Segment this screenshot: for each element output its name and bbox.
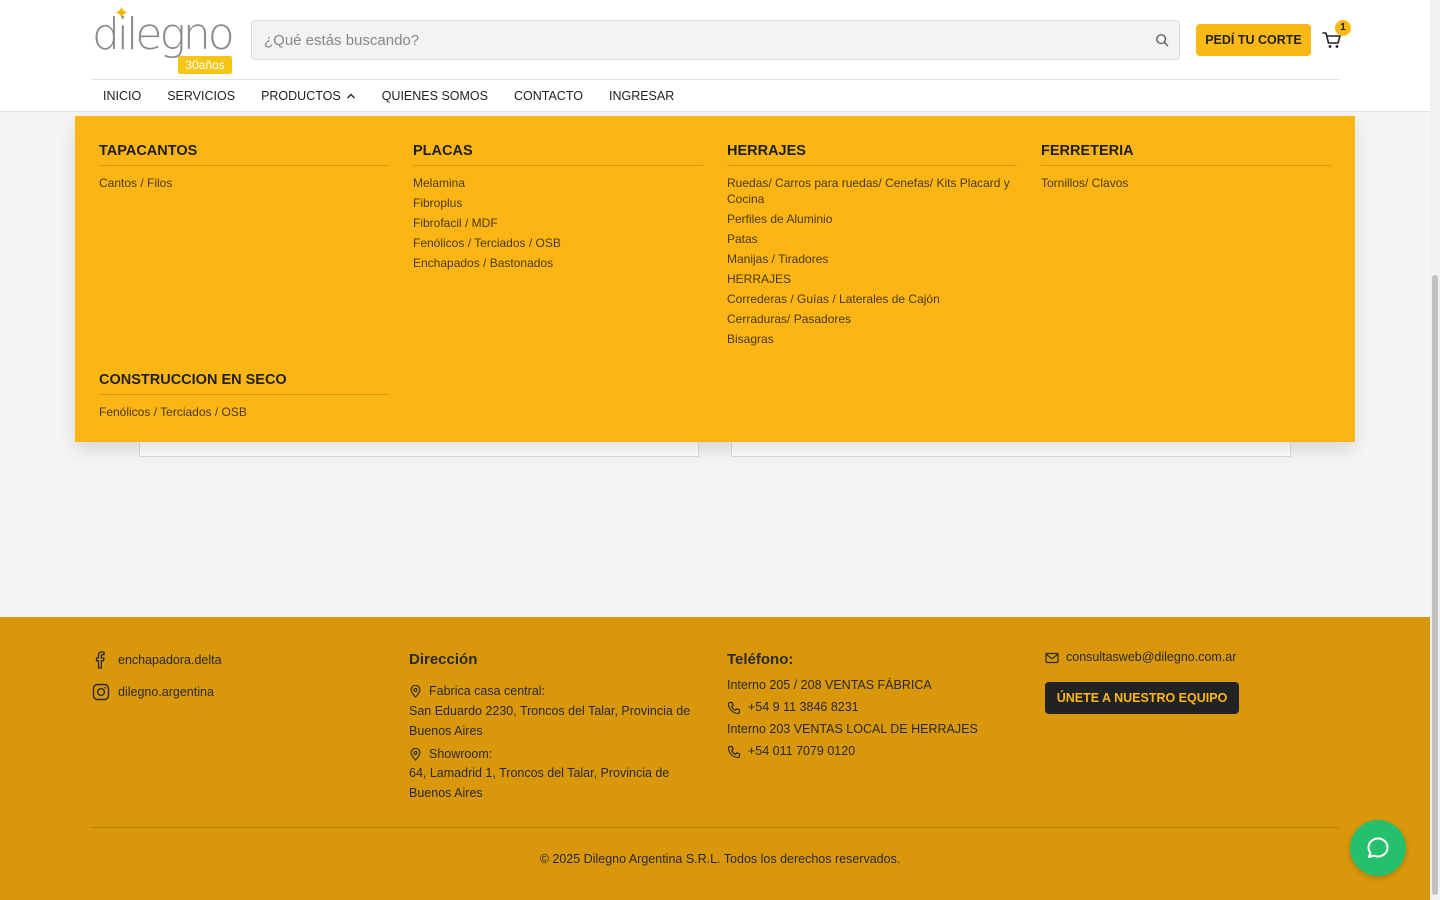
products-mega-menu: TAPACANTOS Cantos / Filos PLACAS Melamin… [75,116,1355,442]
mail-icon [1045,652,1059,663]
menu-link[interactable]: Fenólicos / Terciados / OSB [99,404,389,420]
email-link[interactable]: consultasweb@dilegno.com.ar [1045,648,1236,668]
cart-count-badge: 1 [1335,20,1351,36]
factory-phone-link[interactable]: +54 9 11 3846 8231 [727,698,859,718]
facebook-link[interactable]: enchapadora.delta [92,650,222,670]
menu-category-title[interactable]: CONSTRUCCION EN SECO [99,371,389,395]
address-heading: Dirección [409,651,478,668]
logo-anniversary-badge: 30años [178,56,232,74]
instagram-handle: dilegno.argentina [118,685,214,699]
order-cut-button[interactable]: PEDÍ TU CORTE [1196,24,1311,56]
nav-item-contacto[interactable]: CONTACTO [514,86,583,106]
central-address: San Eduardo 2230, Troncos del Talar, Pro… [409,704,691,738]
menu-link[interactable]: Bisagras [727,331,1017,347]
nav-item-productos[interactable]: PRODUCTOS [261,86,356,106]
factory-phone-label: Interno 205 / 208 VENTAS FÁBRICA [727,678,932,692]
instagram-icon [92,683,110,701]
central-label-text: Fabrica casa central: [429,684,546,698]
menu-column-tapacantos: TAPACANTOS Cantos / Filos [99,142,389,195]
phone-icon [727,745,741,758]
join-team-button[interactable]: ÚNETE A NUESTRO EQUIPO [1045,682,1239,714]
menu-link[interactable]: Fibrofacil / MDF [413,215,703,231]
menu-category-title[interactable]: HERRAJES [727,142,1017,166]
local-phone-label: Interno 203 VENTAS LOCAL DE HERRAJES [727,722,978,736]
menu-link[interactable]: Ruedas/ Carros para ruedas/ Cenefas/ Kit… [727,175,1017,207]
menu-link[interactable]: Melamina [413,175,703,191]
search-input[interactable] [264,21,1144,59]
location-pin-icon [410,748,421,762]
local-phone-link[interactable]: +54 011 7079 0120 [727,742,855,762]
chevron-up-icon [346,93,355,99]
footer-divider [91,827,1339,828]
nav-item-ingresar[interactable]: INGRESAR [609,86,674,106]
menu-column-ferreteria: FERRETERIA Tornillos/ Clavos [1041,142,1331,195]
location-pin-icon [410,685,421,699]
menu-column-placas: PLACAS Melamina Fibroplus Fibrofacil / M… [413,142,703,275]
showroom-label: Showroom: [409,745,492,765]
menu-link[interactable]: Cantos / Filos [99,175,389,191]
central-label: Fabrica casa central: [409,682,545,702]
nav-item-servicios[interactable]: SERVICIOS [167,86,235,106]
copyright-text: © 2025 Dilegno Argentina S.R.L. Todos lo… [539,852,901,866]
menu-link[interactable]: Fenólicos / Terciados / OSB [413,235,703,251]
showroom-label-text: Showroom: [429,747,493,761]
facebook-icon [95,651,105,669]
facebook-handle: enchapadora.delta [118,653,222,667]
site-header: ✦ dilegno 30años PEDÍ TU CORTE 1 INICIO … [0,0,1430,112]
menu-link[interactable]: Correderas / Guías / Laterales de Cajón [727,291,1017,307]
chat-bubble-icon [1367,837,1389,858]
showroom-address: 64, Lamadrid 1, Troncos del Talar, Provi… [409,766,670,800]
factory-phone-number: +54 9 11 3846 8231 [748,700,859,714]
nav-item-quienes-somos[interactable]: QUIENES SOMOS [382,86,488,106]
menu-link[interactable]: Manijas / Tiradores [727,251,1017,267]
local-phone-number: +54 011 7079 0120 [748,744,856,758]
menu-category-title[interactable]: TAPACANTOS [99,142,389,166]
menu-link[interactable]: Fibroplus [413,195,703,211]
menu-category-title[interactable]: PLACAS [413,142,703,166]
menu-link[interactable]: Perfiles de Aluminio [727,211,1017,227]
menu-link[interactable]: Cerraduras/ Pasadores [727,311,1017,327]
search-bar [251,20,1180,60]
email-address: consultasweb@dilegno.com.ar [1066,650,1237,664]
menu-link[interactable]: Patas [727,231,1017,247]
menu-link[interactable]: Enchapados / Bastonados [413,255,703,271]
logo-brand-text: dilegno [92,9,235,60]
search-icon[interactable] [1155,33,1169,47]
phone-icon [727,701,741,714]
menu-link[interactable]: Tornillos/ Clavos [1041,175,1331,191]
menu-link[interactable]: HERRAJES [727,271,1017,287]
header-divider [91,79,1339,80]
nav-item-productos-label: PRODUCTOS [261,89,341,103]
main-nav: INICIO SERVICIOS PRODUCTOS QUIENES SOMOS… [103,86,700,106]
menu-column-construccion-en-seco: CONSTRUCCION EN SECO Fenólicos / Terciad… [99,371,389,424]
menu-category-title[interactable]: FERRETERIA [1041,142,1331,166]
chat-button[interactable] [1350,820,1406,876]
scrollbar-thumb[interactable] [1432,275,1438,895]
dilegno-logo[interactable]: ✦ dilegno 30años [92,4,235,74]
instagram-link[interactable]: dilegno.argentina [92,682,214,702]
phone-heading: Teléfono: [727,651,794,668]
nav-item-inicio[interactable]: INICIO [103,86,141,106]
site-footer: enchapadora.delta dilegno.argentina Dire… [0,617,1430,900]
menu-column-herrajes: HERRAJES Ruedas/ Carros para ruedas/ Cen… [727,142,1017,351]
